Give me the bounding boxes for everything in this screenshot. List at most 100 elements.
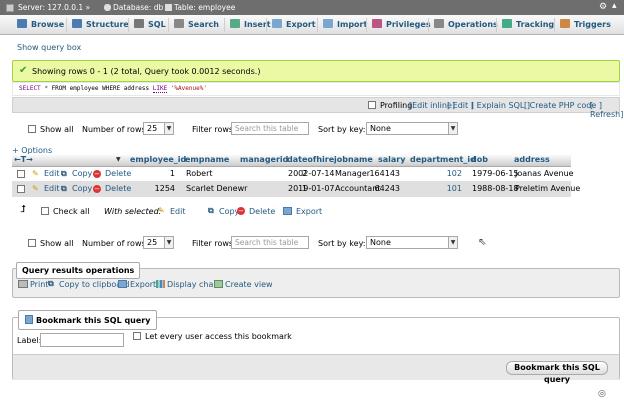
row-edit-link[interactable]: Edit: [44, 184, 60, 193]
filter-input[interactable]: Search this table: [231, 122, 309, 135]
column-jobname[interactable]: jobname: [334, 155, 373, 164]
every-user-checkbox[interactable]: [133, 332, 141, 340]
navigation-bar-bottom: Show all Number of rows: 25 ▼ Filter rows…: [12, 233, 620, 253]
tab-bar: Browse Structure SQL Search Insert Export Impo…: [0, 15, 624, 35]
rows-select[interactable]: 25 ▼: [143, 122, 174, 135]
bulk-delete-link[interactable]: Delete: [249, 207, 275, 216]
filter-input[interactable]: Search this table: [231, 236, 309, 249]
show-all-checkbox[interactable]: [28, 125, 36, 133]
row-edit-link[interactable]: Edit: [44, 169, 60, 178]
tab-search[interactable]: Search: [174, 15, 219, 35]
cell-dateofhire[interactable]: 2002-07-14: [288, 169, 335, 178]
column-department-id[interactable]: department_id: [410, 155, 476, 164]
tab-privileges[interactable]: Privileges: [372, 15, 431, 35]
cell-dob[interactable]: 1988-08-18: [472, 184, 519, 193]
show-query-box-link[interactable]: Show query box: [17, 43, 81, 52]
table-row: ✎ Edit ⧉ Copy − Delete 1254 Scarlet Dene…: [12, 182, 580, 197]
column-arrows-icon[interactable]: ←T→: [14, 155, 33, 164]
tab-import[interactable]: Import: [323, 15, 367, 35]
cell-salary[interactable]: 64243: [375, 184, 400, 193]
sort-select[interactable]: None ▼: [366, 122, 458, 135]
row-copy-link[interactable]: Copy: [72, 169, 92, 178]
row-delete-link[interactable]: Delete: [105, 169, 131, 178]
column-managerid[interactable]: managerid: [240, 155, 288, 164]
sort-label: Sort by key:: [318, 125, 366, 134]
check-all-toggle[interactable]: Check all: [41, 207, 90, 216]
cell-address[interactable]: Joanas Avenue: [515, 169, 574, 178]
bulk-export-link[interactable]: Export: [296, 207, 322, 216]
tab-label: Browse: [31, 20, 65, 29]
scroll-indicator-icon[interactable]: ◎: [598, 389, 606, 399]
cell-dob[interactable]: 1979-06-15: [472, 169, 519, 178]
breadcrumb-database[interactable]: Database: db »: [113, 3, 170, 12]
cell-employee-id[interactable]: 1254: [155, 184, 175, 193]
sort-select[interactable]: None ▼: [366, 236, 458, 249]
show-all-checkbox[interactable]: [28, 239, 36, 247]
tab-label: Triggers: [574, 20, 611, 29]
row-checkbox[interactable]: [17, 170, 25, 178]
display-chart-link[interactable]: Display chart: [167, 280, 220, 289]
bookmark-label: Label:: [17, 336, 42, 345]
tab-triggers[interactable]: Triggers: [560, 15, 611, 35]
cell-empname[interactable]: Scarlet Denewr: [186, 184, 247, 193]
cell-department-id[interactable]: 102: [447, 169, 462, 178]
show-all-toggle[interactable]: Show all: [28, 125, 73, 134]
cell-salary[interactable]: 164143: [369, 169, 400, 178]
tab-label: Structure: [86, 20, 129, 29]
every-user-toggle[interactable]: Let every user access this bookmark: [133, 332, 292, 341]
insert-icon: [230, 19, 240, 28]
column-salary[interactable]: salary: [378, 155, 405, 164]
collapse-icon[interactable]: ▴: [612, 1, 617, 11]
rows-select[interactable]: 25 ▼: [143, 236, 174, 249]
breadcrumb-table[interactable]: Table: employee: [174, 3, 235, 12]
explain-sql-link[interactable]: [ Explain SQL ]: [471, 101, 530, 110]
cell-jobname[interactable]: Manager: [335, 169, 370, 178]
export-link[interactable]: Export: [130, 280, 156, 289]
column-empname[interactable]: empname: [185, 155, 229, 164]
copy-icon: ⧉: [61, 169, 67, 178]
tab-separator: [317, 18, 318, 32]
refresh-link[interactable]: [ Refresh]: [590, 101, 623, 119]
tab-sql[interactable]: SQL: [134, 15, 166, 35]
create-view-link[interactable]: Create view: [225, 280, 273, 289]
column-address[interactable]: address: [514, 155, 550, 164]
tab-tracking[interactable]: Tracking: [502, 15, 554, 35]
bookmark-button[interactable]: Bookmark this SQL query: [506, 361, 608, 384]
cell-dateofhire[interactable]: 2019-01-07: [288, 184, 335, 193]
check-all-checkbox[interactable]: [41, 207, 49, 215]
row-checkbox[interactable]: [17, 185, 25, 193]
cell-department-id[interactable]: 101: [447, 184, 462, 193]
column-dateofhire[interactable]: dateofhire: [287, 155, 334, 164]
breadcrumb: Server: 127.0.0.1 » Database: db » Table…: [0, 0, 624, 15]
row-delete-link[interactable]: Delete: [105, 184, 131, 193]
view-icon: [214, 280, 223, 288]
cell-empname[interactable]: Robert: [186, 169, 213, 178]
triggers-icon: [560, 19, 570, 28]
filter-label: Filter rows:: [192, 125, 236, 134]
tab-label: Tracking: [516, 20, 555, 29]
tab-export[interactable]: Export: [272, 15, 316, 35]
pencil-icon: ✎: [32, 184, 39, 193]
browse-icon: [17, 19, 27, 28]
breadcrumb-server[interactable]: Server: 127.0.0.1 »: [18, 3, 90, 12]
tab-operations[interactable]: Operations: [434, 15, 498, 35]
tab-browse[interactable]: Browse: [17, 15, 64, 35]
print-link[interactable]: Print: [30, 280, 48, 289]
column-dob[interactable]: dob: [471, 155, 488, 164]
edit-link[interactable]: [ Edit ]: [447, 101, 474, 110]
tab-insert[interactable]: Insert: [230, 15, 271, 35]
cell-employee-id[interactable]: 1: [170, 169, 175, 178]
tab-structure[interactable]: Structure: [72, 15, 129, 35]
bulk-edit-link[interactable]: Edit: [170, 207, 186, 216]
profiling-checkbox[interactable]: [368, 101, 376, 109]
row-copy-link[interactable]: Copy: [72, 184, 92, 193]
bookmark-label-input[interactable]: [40, 333, 124, 347]
column-employee-id[interactable]: employee_id: [130, 155, 186, 164]
show-all-toggle[interactable]: Show all: [28, 239, 73, 248]
profiling-toggle[interactable]: Profiling: [368, 101, 412, 110]
printer-icon: [18, 280, 28, 288]
cell-address[interactable]: Preletim Avenue: [515, 184, 580, 193]
gear-icon[interactable]: ⚙: [599, 2, 607, 12]
rows-value: 25: [147, 238, 158, 247]
chevron-down-icon: ▼: [448, 237, 457, 248]
